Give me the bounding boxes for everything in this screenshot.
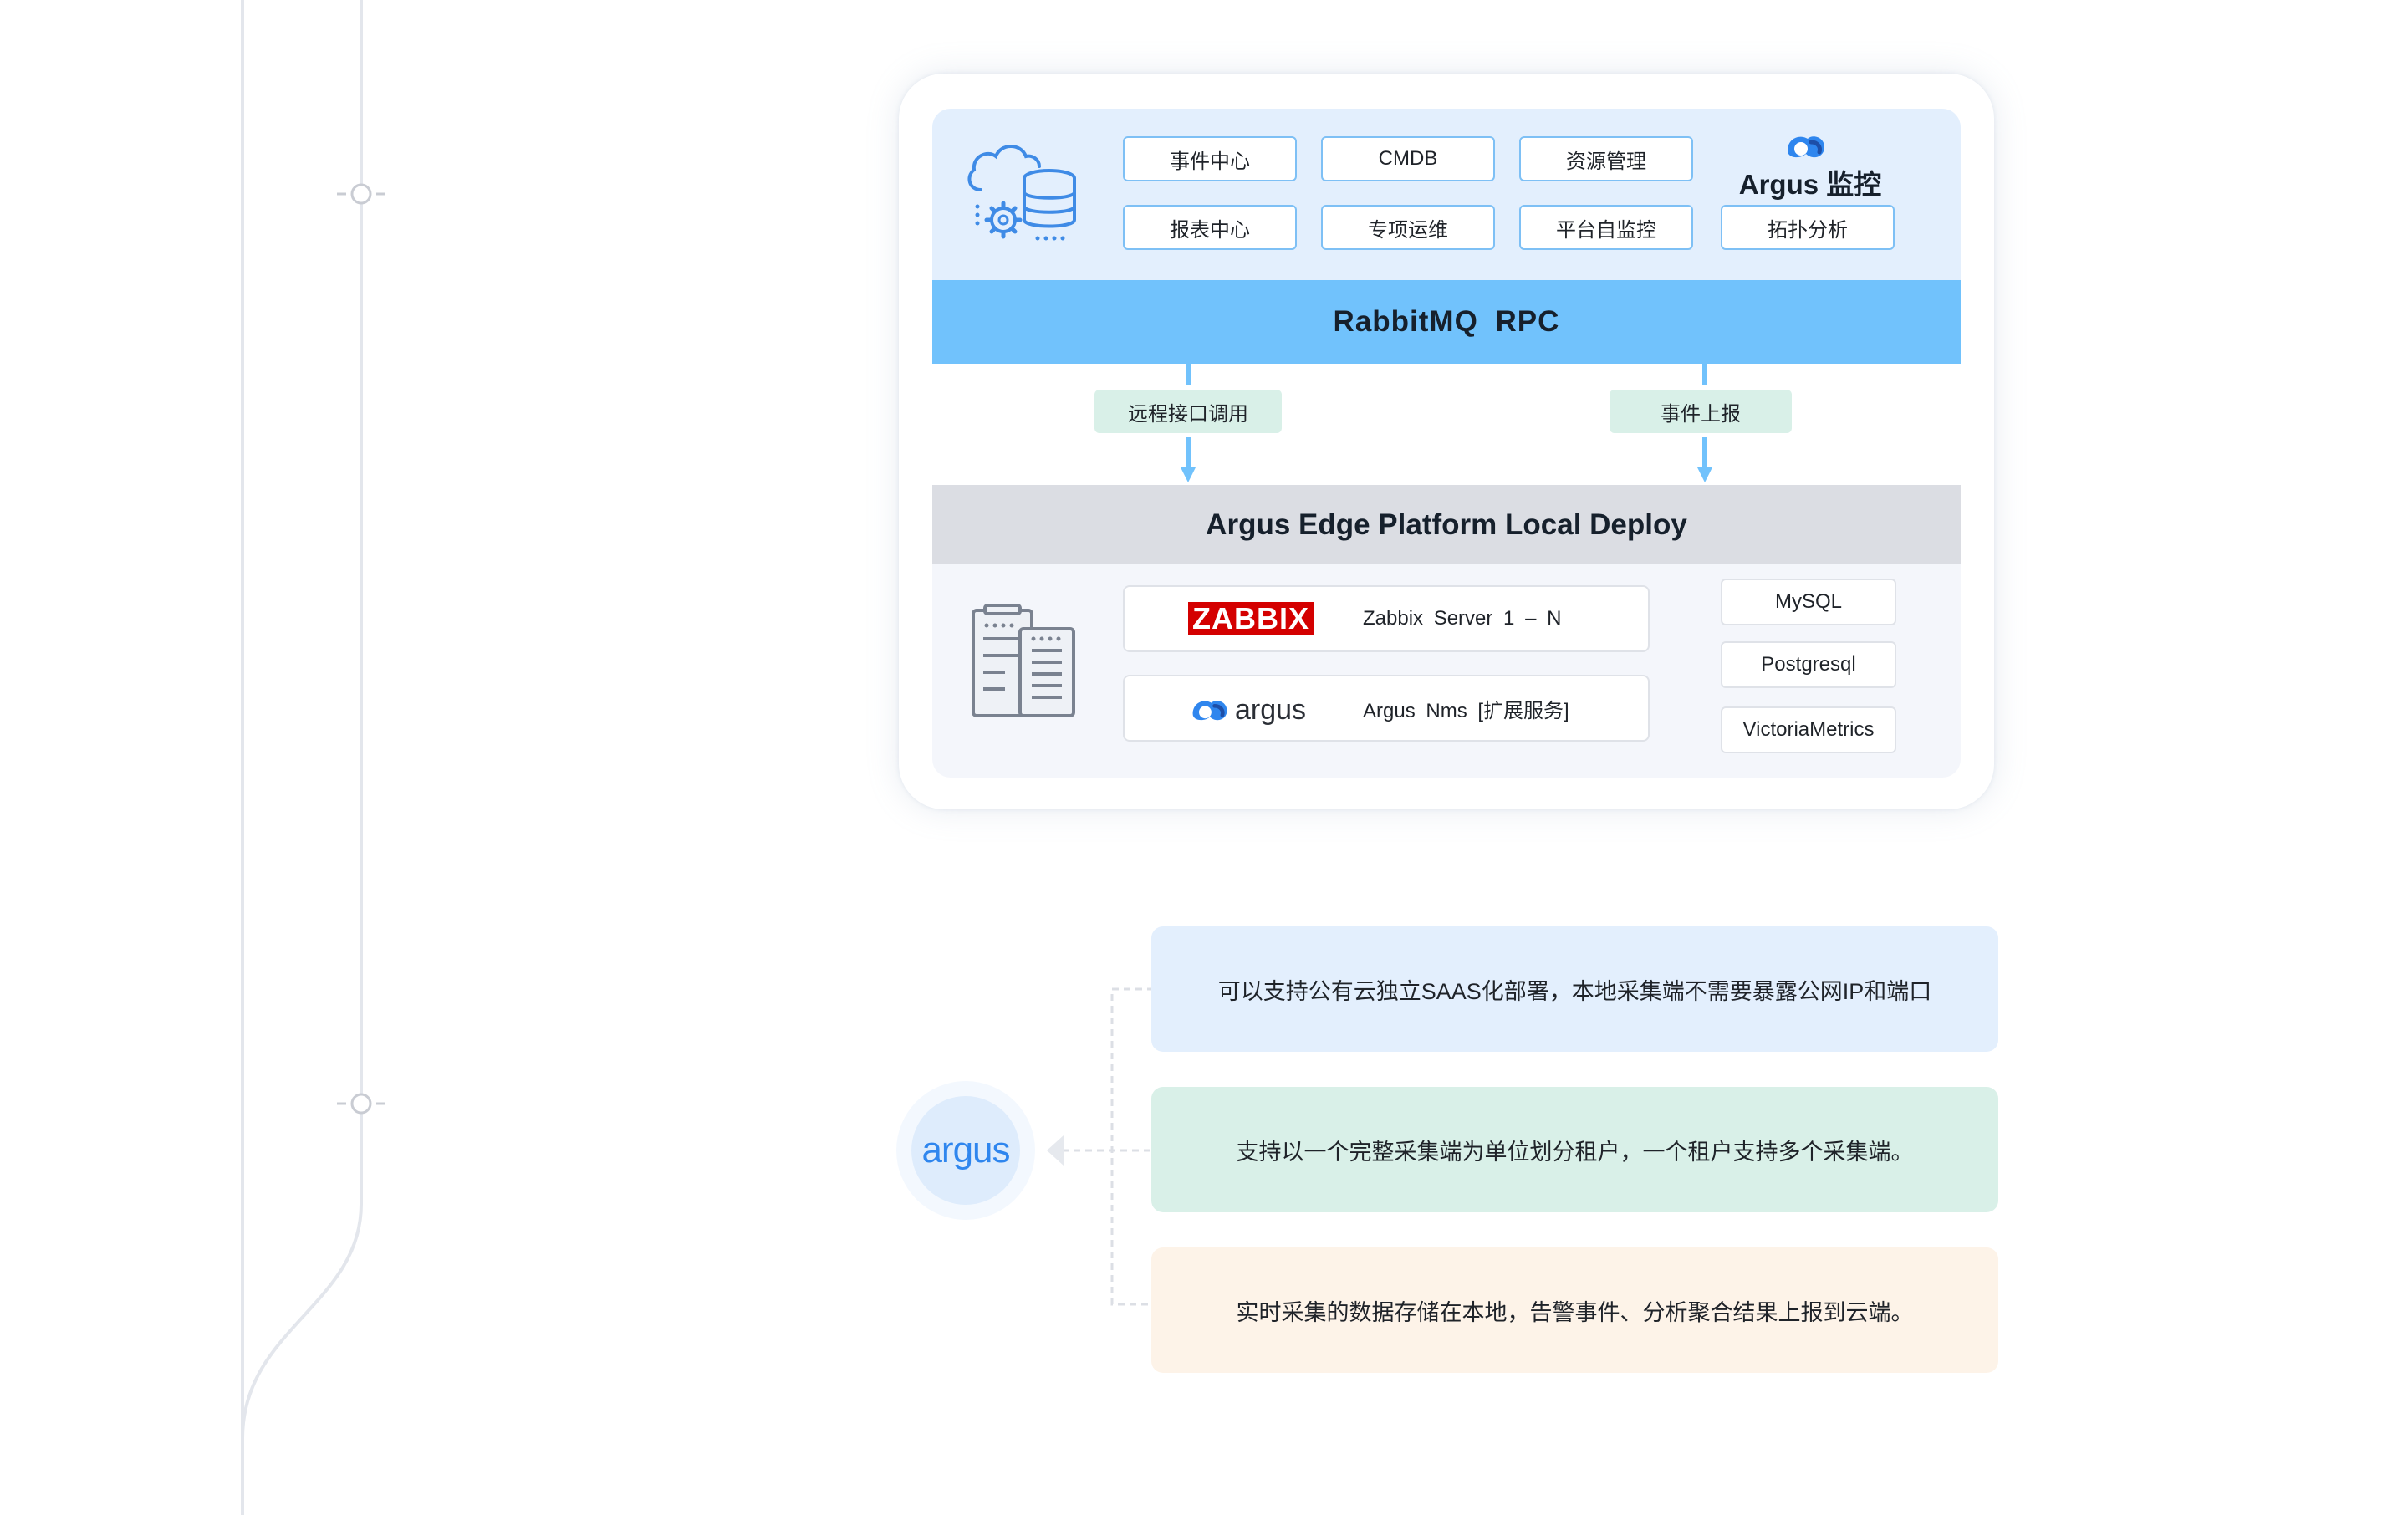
module-event-center: 事件中心 [1123,136,1297,181]
feature-connectors [1047,987,1154,1306]
module-topology-analysis: 拓扑分析 [1721,205,1895,250]
edge-platform-title: Argus Edge Platform Local Deploy [932,485,1961,564]
cloud-database-icon [967,145,1076,241]
argus-brand-name: Argus 监控 [1738,169,1882,200]
zabbix-server-label: Zabbix Server 1 – N [1363,607,1562,630]
module-special-ops: 专项运维 [1321,205,1495,250]
module-resource-management: 资源管理 [1519,136,1693,181]
zabbix-logo: ZABBIX [1188,601,1314,635]
db-mysql: MySQL [1721,579,1896,625]
argus-circle-logo: argus [911,1096,1020,1205]
argus-nms-logo: argus [1188,691,1330,728]
feature-card-storage: 实时采集的数据存储在本地，告警事件、分析聚合结果上报到云端。 [1151,1247,1998,1373]
argus-logo-icon [1788,136,1824,158]
feature-card-saas: 可以支持公有云独立SAAS化部署，本地采集端不需要暴露公网IP和端口 [1151,926,1998,1052]
module-cmdb: CMDB [1321,136,1495,181]
argus-nms-row: argus Argus Nms [扩展服务] [1123,675,1650,742]
db-postgresql: Postgresql [1721,641,1896,688]
feature-card-tenant: 支持以一个完整采集端为单位划分租户，一个租户支持多个采集端。 [1151,1087,1998,1212]
zabbix-server-row: ZABBIX Zabbix Server 1 – N [1123,585,1650,652]
flow-tag-remote-call: 远程接口调用 [1094,390,1282,433]
server-icon [972,604,1075,717]
flow-tag-event-report: 事件上报 [1610,390,1792,433]
module-report-center: 报表中心 [1123,205,1297,250]
argus-nms-label: Argus Nms [扩展服务] [1363,699,1569,722]
argus-logo-icon [1192,701,1227,721]
rabbitmq-rpc-bar: RabbitMQ RPC [932,280,1961,364]
argus-brand: Argus 监控 [1722,125,1898,201]
argus-wordmark: argus [1235,694,1307,726]
pointer-arrow-icon [1047,1135,1064,1166]
timeline-node-2 [337,1093,385,1115]
timeline-node-1 [337,183,385,205]
module-platform-self-monitor: 平台自监控 [1519,205,1693,250]
db-victoriametrics: VictoriaMetrics [1721,706,1896,753]
